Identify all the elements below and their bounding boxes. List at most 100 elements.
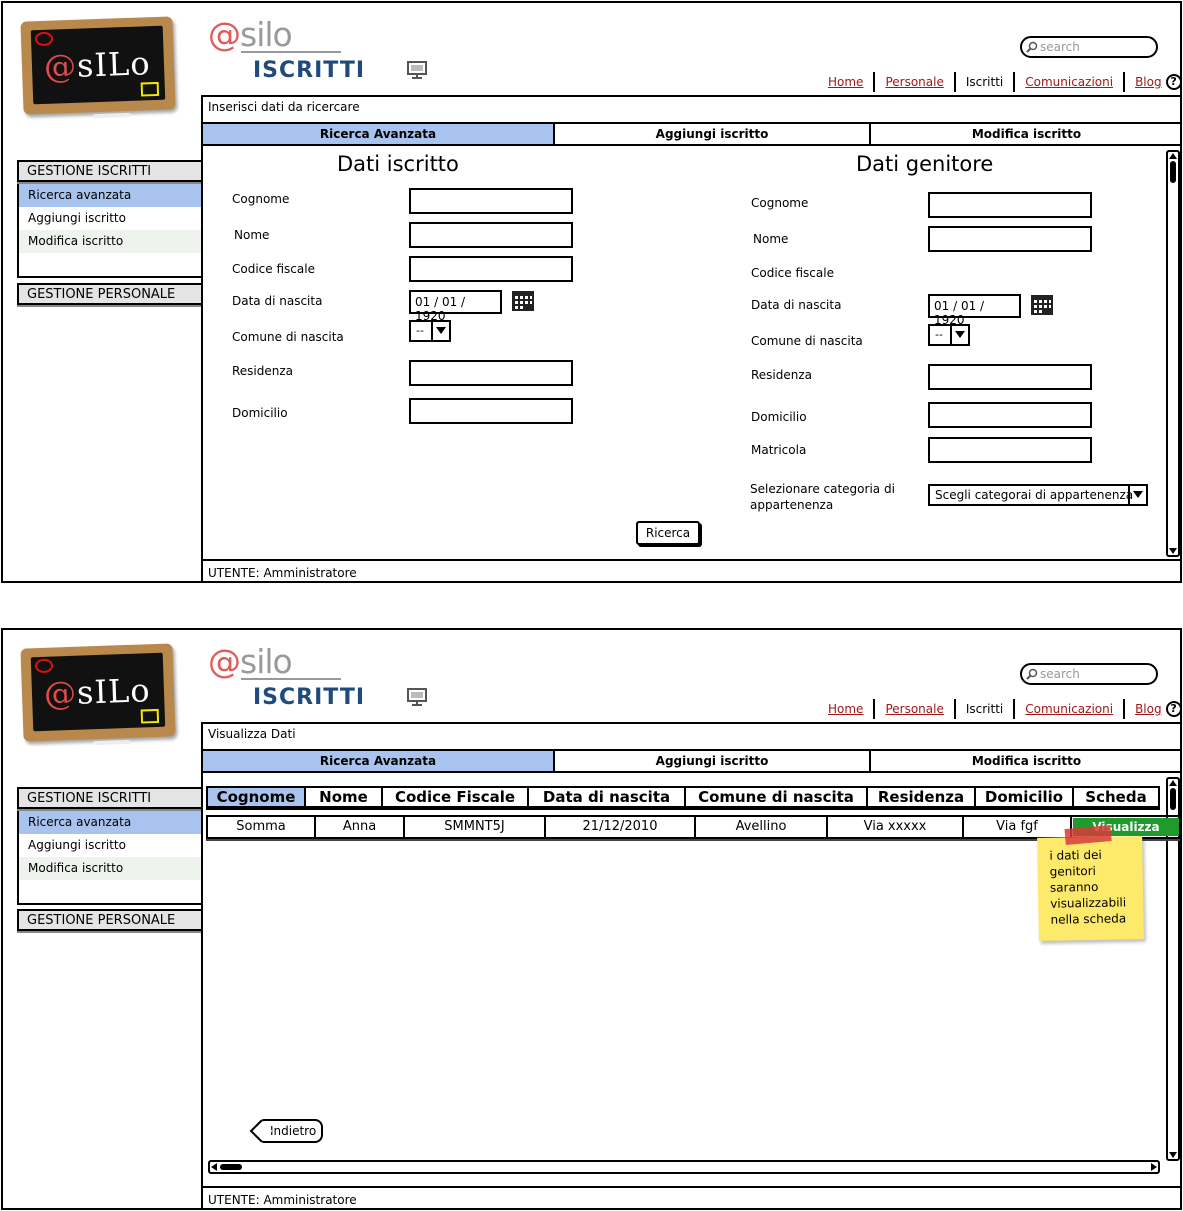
nav-home[interactable]: Home	[818, 702, 873, 716]
input-domicilio[interactable]	[409, 398, 573, 424]
nav-iscritti[interactable]: Iscritti	[956, 75, 1013, 89]
ricerca-button[interactable]: Ricerca	[636, 521, 700, 545]
date-field-nascita-genitore[interactable]: 01 / 01 / 1920	[928, 294, 1021, 327]
heart-icon	[34, 658, 54, 674]
column-domicilio[interactable]: Domicilio	[976, 788, 1074, 806]
tab-ricerca-avanzata[interactable]: Ricerca Avanzata	[203, 751, 555, 771]
page-title: ISCRITTI	[253, 685, 366, 710]
label-residenza-genitore: Residenza	[751, 368, 813, 382]
nav-home[interactable]: Home	[818, 75, 873, 89]
sidebar-item-aggiungi[interactable]: Aggiungi iscritto	[19, 207, 201, 230]
monitor-icon	[407, 688, 427, 706]
input-nome[interactable]	[409, 222, 573, 248]
column-scheda[interactable]: Scheda	[1074, 788, 1158, 806]
input-residenza[interactable]	[409, 360, 573, 386]
chevron-down-icon[interactable]	[950, 326, 968, 344]
search-input[interactable]	[1040, 666, 1150, 682]
select-placeholder: Scegli categorai di appartenenza	[935, 488, 1134, 502]
brand-underline	[241, 51, 341, 53]
column-data-nascita[interactable]: Data di nascita	[529, 788, 686, 806]
scroll-left-icon[interactable]	[211, 1163, 217, 1171]
sticky-note: i dati dei genitori saranno visualizzabi…	[1037, 825, 1144, 941]
nav-comunicazioni[interactable]: Comunicazioni	[1015, 702, 1123, 716]
nav-blog[interactable]: Blog	[1125, 702, 1172, 716]
column-residenza[interactable]: Residenza	[868, 788, 976, 806]
label-comune-nascita: Comune di nascita	[232, 330, 344, 344]
select-categoria[interactable]: Scegli categorai di appartenenza	[928, 484, 1148, 506]
input-residenza-genitore[interactable]	[928, 364, 1092, 390]
calendar-icon[interactable]	[1030, 294, 1056, 318]
column-nome[interactable]: Nome	[306, 788, 383, 806]
brand-name: @silo	[208, 642, 293, 681]
scroll-thumb[interactable]	[1170, 161, 1176, 183]
cell-nome: Anna	[316, 817, 405, 837]
select-comune-nascita[interactable]: --	[409, 320, 451, 342]
sidebar-item-modifica[interactable]: Modifica iscritto	[19, 857, 201, 880]
scroll-down-icon[interactable]	[1169, 548, 1177, 554]
nav-personale[interactable]: Personale	[875, 702, 953, 716]
scroll-thumb[interactable]	[1170, 788, 1176, 810]
input-cognome[interactable]	[409, 188, 573, 214]
nav-personale[interactable]: Personale	[875, 75, 953, 89]
select-value: --	[935, 328, 943, 341]
monitor-icon	[407, 61, 427, 79]
cell-codice-fiscale: SMMNT5J	[405, 817, 546, 837]
sidebar-item-modifica[interactable]: Modifica iscritto	[19, 230, 201, 253]
logo-text: @sILo	[43, 44, 152, 86]
sidebar-item-aggiungi[interactable]: Aggiungi iscritto	[19, 834, 201, 857]
tab-ricerca-avanzata[interactable]: Ricerca Avanzata	[203, 124, 555, 144]
tab-modifica-iscritto[interactable]: Modifica iscritto	[871, 124, 1180, 144]
search-box[interactable]	[1020, 663, 1158, 685]
nav-blog[interactable]: Blog	[1125, 75, 1172, 89]
search-screen: @sILo @silo ISCRITTI Home Personale Iscr…	[1, 1, 1182, 583]
scroll-up-icon[interactable]	[1169, 153, 1177, 159]
sidebar-group-personale[interactable]: GESTIONE PERSONALE	[17, 909, 201, 931]
input-nome-genitore[interactable]	[928, 226, 1092, 252]
nav-comunicazioni[interactable]: Comunicazioni	[1015, 75, 1123, 89]
label-codice-fiscale: Codice fiscale	[232, 262, 315, 276]
scroll-down-icon[interactable]	[1169, 1152, 1177, 1158]
indietro-button[interactable]: Indietro	[260, 1119, 323, 1143]
breadcrumb: Inserisci dati da ricercare	[208, 100, 360, 114]
horizontal-scrollbar[interactable]	[208, 1160, 1160, 1174]
input-domicilio-genitore[interactable]	[928, 402, 1092, 428]
scroll-up-icon[interactable]	[1169, 780, 1177, 786]
tab-modifica-iscritto[interactable]: Modifica iscritto	[871, 751, 1180, 771]
search-box[interactable]	[1020, 36, 1158, 58]
sidebar-group-iscritti[interactable]: GESTIONE ISCRITTI	[17, 787, 201, 809]
scroll-thumb[interactable]	[220, 1164, 242, 1170]
column-codice-fiscale[interactable]: Codice Fiscale	[383, 788, 529, 806]
sidebar-group-iscritti[interactable]: GESTIONE ISCRITTI	[17, 160, 201, 182]
chevron-down-icon[interactable]	[1128, 486, 1146, 504]
input-codice-fiscale[interactable]	[409, 256, 573, 282]
input-matricola[interactable]	[928, 437, 1092, 463]
date-field-nascita[interactable]: 01 / 01 / 1920	[409, 290, 502, 323]
search-icon	[1026, 41, 1038, 53]
top-nav: Home Personale Iscritti Comunicazioni Bl…	[818, 698, 1180, 720]
search-input[interactable]	[1040, 39, 1150, 55]
sidebar-group-personale[interactable]: GESTIONE PERSONALE	[17, 283, 201, 305]
help-icon[interactable]: ?	[1165, 74, 1180, 90]
heart-icon	[34, 31, 54, 47]
select-comune-nascita-genitore[interactable]: --	[928, 324, 970, 346]
tab-aggiungi-iscritto[interactable]: Aggiungi iscritto	[555, 751, 871, 771]
label-data-nascita-genitore: Data di nascita	[751, 298, 842, 312]
column-comune-nascita[interactable]: Comune di nascita	[686, 788, 868, 806]
sidebar-item-ricerca[interactable]: Ricerca avanzata	[19, 811, 201, 834]
calendar-icon[interactable]	[511, 290, 537, 314]
table-row[interactable]: Somma Anna SMMNT5J 21/12/2010 Avellino Via xx…	[206, 815, 1180, 839]
tab-aggiungi-iscritto[interactable]: Aggiungi iscritto	[555, 124, 871, 144]
help-icon[interactable]: ?	[1165, 701, 1180, 717]
sidebar-item-ricerca[interactable]: Ricerca avanzata	[19, 184, 201, 207]
label-nome-genitore: Nome	[753, 232, 789, 246]
nav-iscritti[interactable]: Iscritti	[956, 702, 1013, 716]
column-cognome[interactable]: Cognome	[208, 788, 306, 806]
chevron-down-icon[interactable]	[431, 322, 449, 340]
vertical-scrollbar[interactable]	[1166, 150, 1180, 557]
scroll-right-icon[interactable]	[1151, 1163, 1157, 1171]
section-title-genitore: Dati genitore	[856, 152, 994, 176]
input-cognome-genitore[interactable]	[928, 192, 1092, 218]
label-codice-fiscale-genitore: Codice fiscale	[751, 266, 834, 280]
logo-text: @sILo	[43, 671, 152, 713]
cell-comune-nascita: Avellino	[696, 817, 828, 837]
